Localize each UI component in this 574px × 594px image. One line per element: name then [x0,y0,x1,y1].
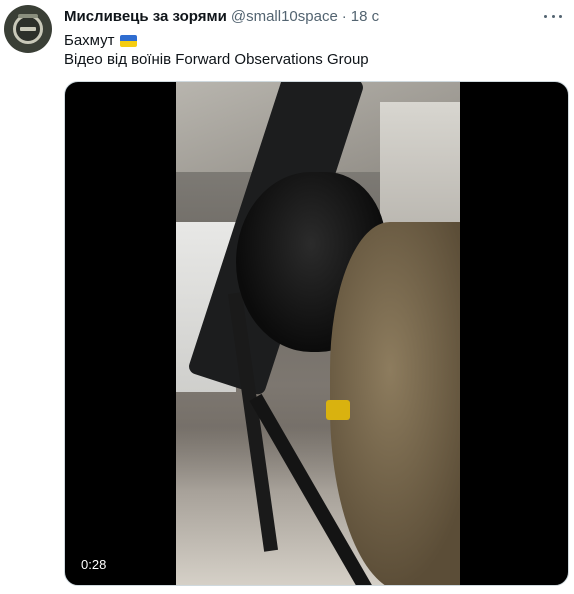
author-handle[interactable]: @small10space [231,8,338,25]
avatar-emblem-icon [13,14,43,44]
avatar-emblem-cap [18,14,38,18]
author-avatar[interactable] [4,5,52,53]
separator-dot: · [341,8,347,25]
ukraine-flag-icon [119,35,137,47]
tweet-header: Мисливець за зорями @small10space · 18 с [64,8,379,28]
tweet-text-line-2: Відео від воїнів Forward Observations Gr… [64,51,369,68]
timestamp-link[interactable]: 18 с [351,8,379,25]
more-options-icon[interactable] [544,9,562,23]
tweet-text-line-1: Бахмут [64,31,137,51]
video-duration-badge: 0:28 [75,555,113,575]
tweet[interactable]: Мисливець за зорями @small10space · 18 с… [0,0,574,594]
video-player[interactable]: 0:28 [64,81,569,586]
author-display-name[interactable]: Мисливець за зорями [64,8,227,25]
video-frame [176,82,460,585]
tweet-location-text: Бахмут [64,32,115,49]
